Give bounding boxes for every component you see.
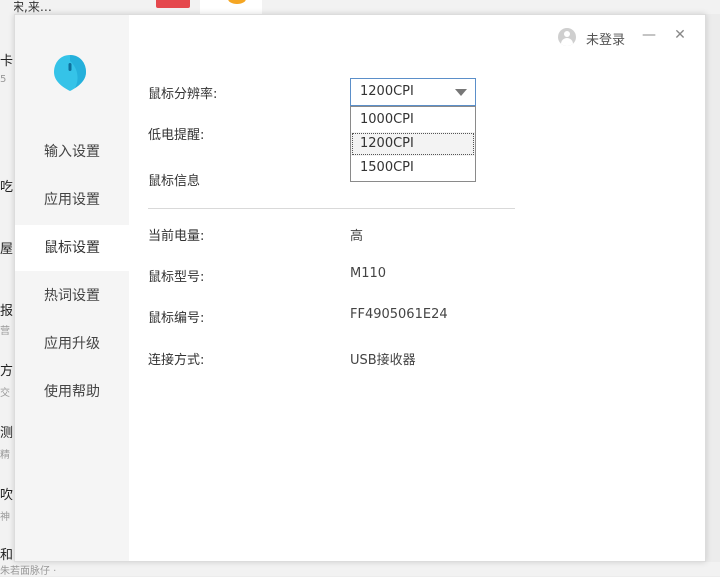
resolution-select[interactable]: 1200CPI bbox=[350, 78, 476, 106]
resolution-option[interactable]: 1500CPI bbox=[351, 156, 475, 180]
connection-label: 连接方式: bbox=[148, 353, 205, 368]
login-link[interactable]: 未登录 bbox=[586, 29, 625, 48]
sidebar-item-input-settings[interactable]: 输入设置 bbox=[15, 129, 129, 175]
divider bbox=[148, 208, 515, 209]
background-bottom-text: 朱若面脉仔 · bbox=[0, 566, 57, 577]
background-app-top: 豪宋,来… bbox=[0, 0, 720, 14]
close-button[interactable]: ✕ bbox=[670, 25, 690, 45]
background-list-text: 方 bbox=[0, 364, 14, 379]
background-list-subtext: 精 bbox=[0, 450, 10, 461]
background-list-subtext: 神 bbox=[0, 512, 10, 523]
mouse-info-heading: 鼠标信息 bbox=[148, 174, 201, 189]
background-list-text: 屋 bbox=[0, 242, 14, 257]
sidebar-item-mouse-settings[interactable]: 鼠标设置 bbox=[15, 225, 129, 271]
sidebar-item-hotword-settings[interactable]: 热词设置 bbox=[15, 273, 129, 319]
mouse-settings-window: 输入设置 应用设置 鼠标设置 热词设置 应用升级 使用帮助 未登录 — ✕ 鼠标… bbox=[14, 14, 706, 562]
background-list-text: 卡 bbox=[0, 54, 14, 69]
sidebar-item-app-settings[interactable]: 应用设置 bbox=[15, 177, 129, 223]
sidebar: 输入设置 应用设置 鼠标设置 热词设置 应用升级 使用帮助 bbox=[15, 15, 129, 561]
background-list-text: 吃 bbox=[0, 180, 14, 195]
battery-label: 当前电量: bbox=[148, 229, 205, 244]
resolution-dropdown: 1000CPI 1200CPI 1500CPI bbox=[350, 106, 476, 182]
background-list-subtext: 5 bbox=[0, 74, 7, 85]
minimize-button[interactable]: — bbox=[639, 25, 659, 45]
resolution-option[interactable]: 1200CPI bbox=[351, 132, 475, 156]
resolution-label: 鼠标分辨率: bbox=[148, 87, 218, 102]
background-list-text: 吹 bbox=[0, 488, 14, 503]
battery-value: 高 bbox=[350, 229, 364, 244]
background-list-subtext: 交 bbox=[0, 388, 10, 399]
mouse-logo-icon bbox=[54, 55, 86, 91]
background-list-text: 和 bbox=[0, 548, 14, 563]
resolution-selected-value: 1200CPI bbox=[360, 84, 414, 99]
background-red-tab bbox=[156, 0, 190, 8]
model-value: M110 bbox=[350, 266, 387, 281]
serial-label: 鼠标编号: bbox=[148, 311, 205, 326]
chevron-down-icon bbox=[455, 89, 467, 96]
user-avatar-icon[interactable] bbox=[558, 28, 576, 46]
background-list-text: 报 bbox=[0, 304, 14, 319]
background-list-text: 测 bbox=[0, 426, 14, 441]
sidebar-item-app-upgrade[interactable]: 应用升级 bbox=[15, 321, 129, 367]
connection-value: USB接收器 bbox=[350, 353, 416, 368]
low-battery-label: 低电提醒: bbox=[148, 128, 205, 143]
sidebar-item-help[interactable]: 使用帮助 bbox=[15, 369, 129, 415]
background-list-subtext: 营 bbox=[0, 326, 10, 337]
model-label: 鼠标型号: bbox=[148, 270, 205, 285]
resolution-option[interactable]: 1000CPI bbox=[351, 108, 475, 132]
serial-value: FF4905061E24 bbox=[350, 307, 448, 322]
background-app-bottom: 朱若面脉仔 · bbox=[0, 562, 720, 577]
background-app-list: 卡 5 吃 屋 报 营 方 交 测 精 吹 神 和 bbox=[0, 0, 14, 576]
